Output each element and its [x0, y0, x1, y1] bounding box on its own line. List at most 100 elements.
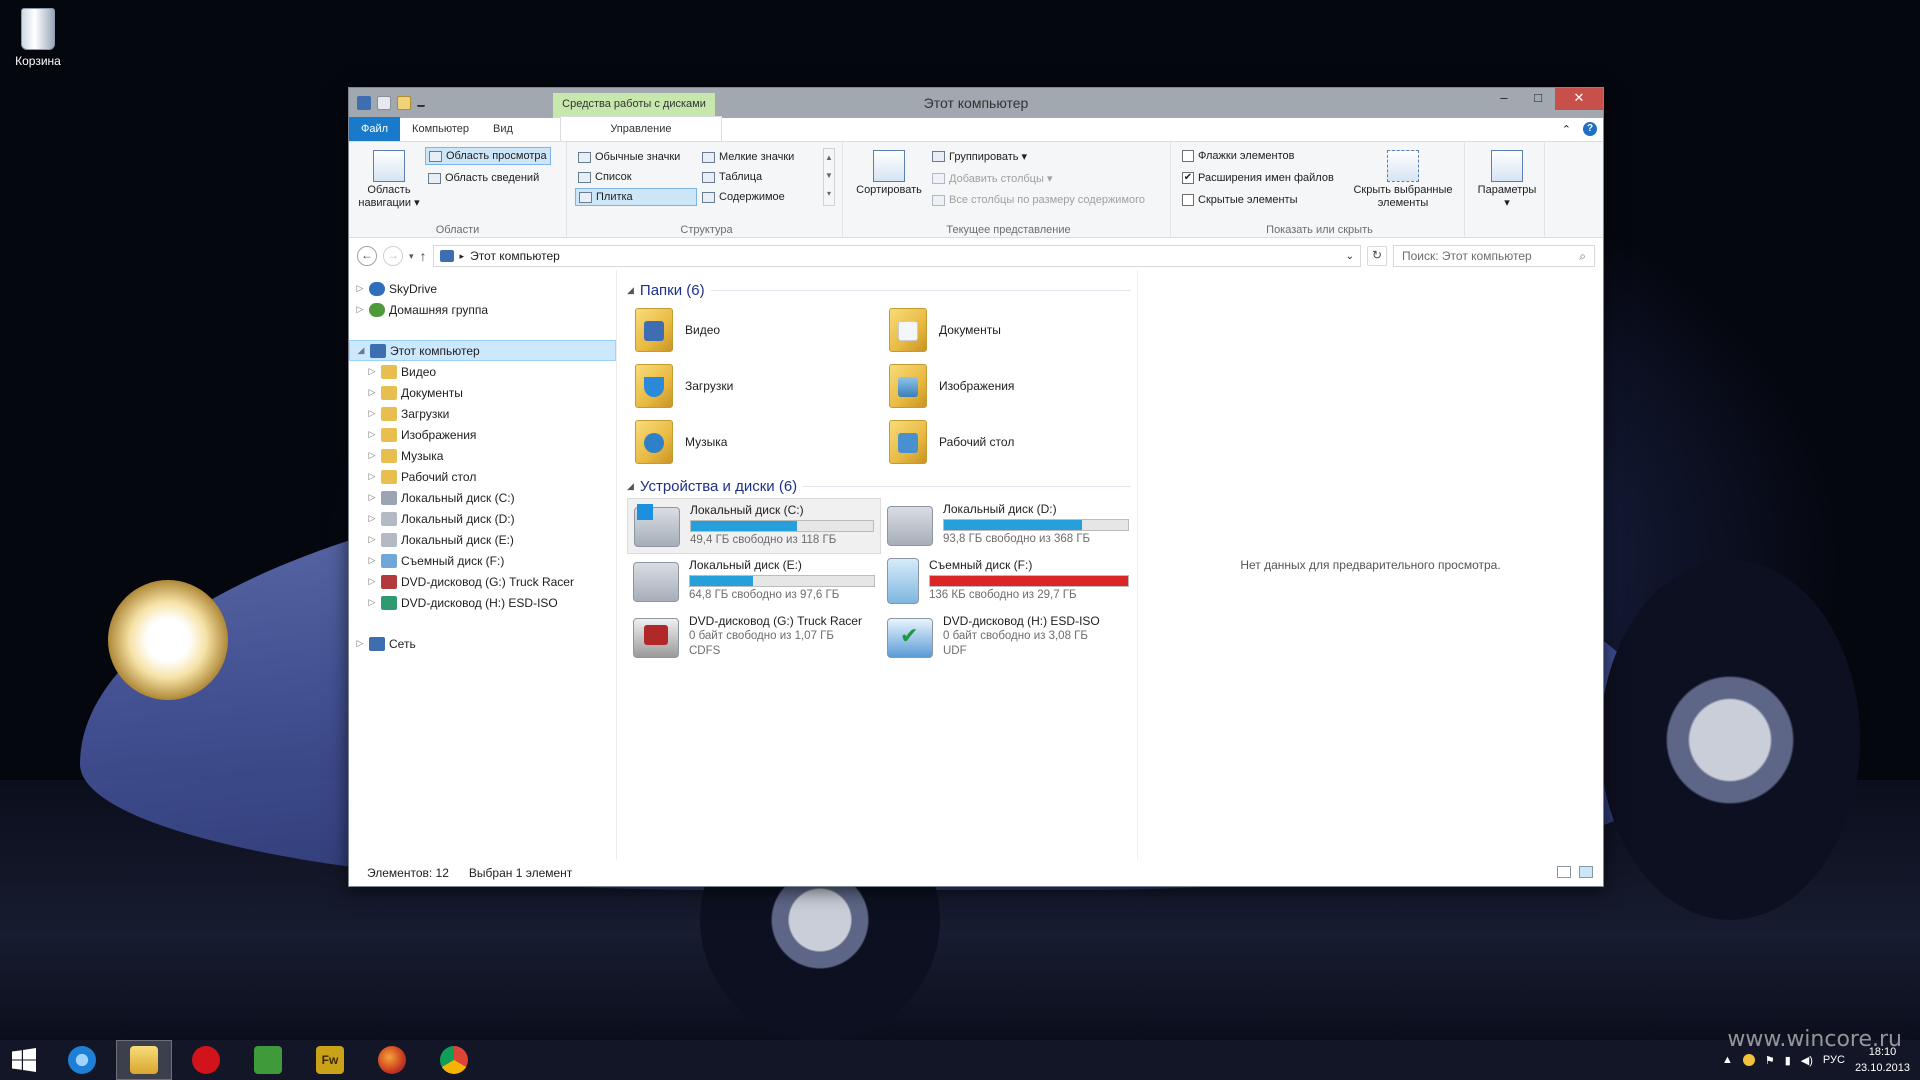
nav-item-drive-e[interactable]: ▷ Локальный диск (E:) [349, 529, 616, 550]
nav-item-this-pc[interactable]: ◢ Этот компьютер [349, 340, 616, 361]
nav-item-documents[interactable]: ▷ Документы [349, 382, 616, 403]
action-center-flag-icon[interactable]: ⚑ [1765, 1054, 1775, 1067]
drive-tile-g[interactable]: DVD-дисковод (G:) Truck Racer 0 байт сво… [627, 610, 881, 666]
nav-item-video[interactable]: ▷ Видео [349, 361, 616, 382]
nav-item-drive-d[interactable]: ▷ Локальный диск (D:) [349, 508, 616, 529]
expand-arrow-icon[interactable]: ▷ [367, 408, 377, 419]
expand-arrow-icon[interactable]: ▷ [367, 576, 377, 587]
layout-medium-icons[interactable]: Обычные значки [575, 148, 683, 166]
folder-tile-documents[interactable]: Документы [881, 302, 1135, 358]
title-bar[interactable]: Средства работы с дисками Этот компьютер… [349, 88, 1603, 118]
hidden-items-toggle[interactable]: Скрытые элементы [1179, 191, 1301, 209]
tab-view[interactable]: Вид [481, 117, 525, 141]
layout-details[interactable]: Таблица [699, 168, 765, 186]
maximize-button[interactable]: □ [1521, 88, 1555, 110]
folder-tile-downloads[interactable]: Загрузки [627, 358, 881, 414]
expand-arrow-icon[interactable]: ▷ [367, 387, 377, 398]
taskbar-firefox[interactable] [364, 1040, 420, 1080]
nav-item-network[interactable]: ▷ Сеть [349, 633, 616, 654]
drive-tile-e[interactable]: Локальный диск (E:) 64,8 ГБ свободно из … [627, 554, 881, 610]
drive-tile-h[interactable]: ✔ DVD-дисковод (H:) ESD-ISO 0 байт свобо… [881, 610, 1135, 666]
tray-app-icon[interactable] [1742, 1054, 1755, 1066]
tab-manage[interactable]: Управление [559, 116, 722, 141]
address-dropdown-icon[interactable]: ⌄ [1346, 251, 1354, 262]
preview-pane-button[interactable]: Область просмотра [425, 147, 551, 165]
taskbar-fireworks[interactable]: Fw [302, 1040, 358, 1080]
layout-scroll[interactable]: ▲ ▼ ▾ [823, 148, 835, 206]
breadcrumb-separator-icon[interactable]: ▸ [460, 251, 465, 262]
hide-selected-icon[interactable] [1387, 150, 1419, 182]
help-icon[interactable]: ? [1583, 122, 1597, 136]
drive-tile-c[interactable]: Локальный диск (C:) 49,4 ГБ свободно из … [627, 498, 881, 554]
layout-list[interactable]: Список [575, 168, 635, 186]
nav-item-homegroup[interactable]: ▷ Домашняя группа [349, 299, 616, 320]
folder-tile-video[interactable]: Видео [627, 302, 881, 358]
taskbar-app-green[interactable] [240, 1040, 296, 1080]
collapse-ribbon-icon[interactable]: ⌃ [1562, 123, 1571, 136]
properties-icon[interactable] [377, 96, 391, 110]
large-icons-view-icon[interactable] [1579, 866, 1593, 878]
up-button[interactable]: ↑ [420, 248, 427, 264]
recent-locations-icon[interactable]: ▾ [409, 251, 414, 262]
breadcrumb[interactable]: Этот компьютер [470, 249, 1340, 263]
expand-arrow-icon[interactable]: ▷ [367, 555, 377, 566]
sort-button[interactable]: Сортировать [849, 184, 929, 197]
taskbar-opera[interactable] [178, 1040, 234, 1080]
hide-selected-button[interactable]: Скрыть выбранные элементы [1347, 184, 1459, 210]
item-checkboxes-toggle[interactable]: Флажки элементов [1179, 147, 1297, 165]
customize-qat-icon[interactable] [417, 99, 425, 107]
drive-tile-f[interactable]: Съемный диск (F:) 136 КБ свободно из 29,… [881, 554, 1135, 610]
taskbar-chrome[interactable] [426, 1040, 482, 1080]
nav-item-drive-c[interactable]: ▷ Локальный диск (C:) [349, 487, 616, 508]
start-button[interactable] [0, 1040, 48, 1080]
details-view-icon[interactable] [1557, 866, 1571, 878]
nav-item-drive-h[interactable]: ▷ DVD-дисковод (H:) ESD-ISO [349, 592, 616, 613]
expand-arrow-icon[interactable]: ▷ [355, 638, 365, 649]
search-input[interactable]: Поиск: Этот компьютер ⌕ [1393, 245, 1595, 267]
back-button[interactable]: ← [357, 246, 377, 266]
show-hidden-icons-icon[interactable]: ▲ [1722, 1054, 1733, 1066]
volume-icon[interactable]: ◀) [1801, 1054, 1813, 1067]
refresh-button[interactable]: ↻ [1367, 246, 1387, 266]
language-indicator[interactable]: РУС [1823, 1054, 1845, 1066]
hidden-items-checkbox[interactable] [1182, 194, 1194, 206]
layout-tiles[interactable]: Плитка [575, 188, 697, 206]
collapse-section-icon[interactable]: ◢ [627, 285, 634, 296]
tab-file[interactable]: Файл [349, 117, 401, 141]
group-by-button[interactable]: Группировать ▾ [929, 147, 1030, 165]
taskbar-internet-explorer[interactable] [54, 1040, 110, 1080]
network-signal-icon[interactable]: ▮ [1785, 1054, 1791, 1067]
new-folder-icon[interactable] [397, 96, 411, 110]
expand-arrow-icon[interactable]: ▷ [367, 450, 377, 461]
collapse-arrow-icon[interactable]: ◢ [356, 345, 366, 356]
nav-item-music[interactable]: ▷ Музыка [349, 445, 616, 466]
options-icon[interactable] [1491, 150, 1523, 182]
expand-arrow-icon[interactable]: ▷ [367, 366, 377, 377]
nav-item-skydrive[interactable]: ▷ SkyDrive [349, 278, 616, 299]
nav-item-drive-f[interactable]: ▷ Съемный диск (F:) [349, 550, 616, 571]
address-bar[interactable]: ▸ Этот компьютер ⌄ [432, 245, 1361, 267]
expand-arrow-icon[interactable]: ▷ [367, 471, 377, 482]
nav-item-downloads[interactable]: ▷ Загрузки [349, 403, 616, 424]
taskbar-file-explorer[interactable] [116, 1040, 172, 1080]
size-columns-button[interactable]: Все столбцы по размеру содержимого [929, 191, 1148, 209]
item-checkboxes-checkbox[interactable] [1182, 150, 1194, 162]
sort-icon[interactable] [873, 150, 905, 182]
tab-computer[interactable]: Компьютер [400, 117, 481, 141]
file-extensions-checkbox[interactable]: ✔ [1182, 172, 1194, 184]
section-header-devices[interactable]: ◢ Устройства и диски (6) [627, 474, 1137, 498]
folder-tile-music[interactable]: Музыка [627, 414, 881, 470]
section-header-folders[interactable]: ◢ Папки (6) [627, 278, 1137, 302]
recycle-bin[interactable]: Корзина [8, 6, 68, 68]
expand-arrow-icon[interactable]: ▷ [367, 492, 377, 503]
details-pane-button[interactable]: Область сведений [425, 169, 542, 187]
file-extensions-toggle[interactable]: ✔ Расширения имен файлов [1179, 169, 1337, 187]
nav-item-drive-g[interactable]: ▷ DVD-дисковод (G:) Truck Racer [349, 571, 616, 592]
nav-item-desktop[interactable]: ▷ Рабочий стол [349, 466, 616, 487]
navigation-pane-button[interactable]: Область навигации ▾ [353, 184, 425, 210]
close-button[interactable]: ✕ [1555, 88, 1603, 110]
forward-button[interactable]: → [383, 246, 403, 266]
expand-arrow-icon[interactable]: ▷ [367, 429, 377, 440]
nav-item-pictures[interactable]: ▷ Изображения [349, 424, 616, 445]
layout-content[interactable]: Содержимое [699, 188, 788, 206]
